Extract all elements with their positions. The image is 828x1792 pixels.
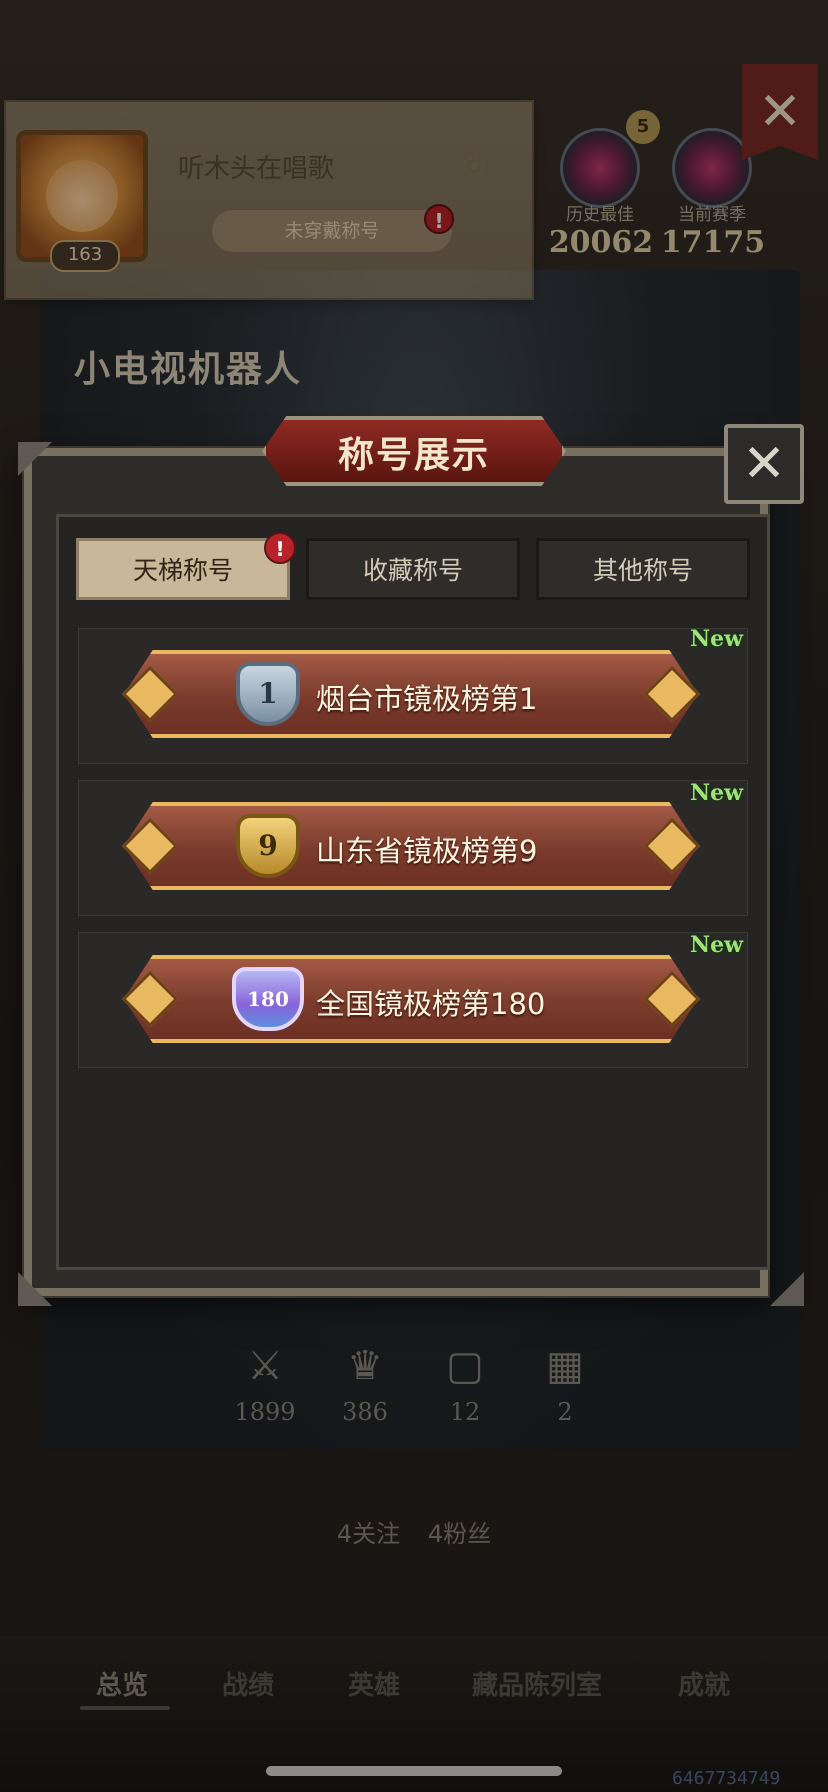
- tab-other-titles[interactable]: 其他称号: [536, 538, 750, 600]
- new-tag: New: [690, 780, 744, 806]
- modal-title: 称号展示: [337, 435, 490, 476]
- tab-ladder-titles[interactable]: 天梯称号: [76, 538, 290, 600]
- new-tag: New: [690, 626, 744, 652]
- alert-icon: !: [264, 532, 296, 564]
- tab-collection-titles[interactable]: 收藏称号: [306, 538, 520, 600]
- title-text: 山东省镜极榜第9: [316, 834, 538, 868]
- silver-rank-badge: 1: [236, 662, 300, 726]
- title-text: 烟台市镜极榜第1: [316, 682, 538, 716]
- crystal-rank-badge: 180: [232, 967, 304, 1031]
- close-icon[interactable]: ✕: [724, 424, 804, 504]
- new-tag: New: [690, 932, 744, 958]
- title-text: 全国镜极榜第180: [316, 987, 546, 1021]
- gold-rank-badge: 9: [236, 814, 300, 878]
